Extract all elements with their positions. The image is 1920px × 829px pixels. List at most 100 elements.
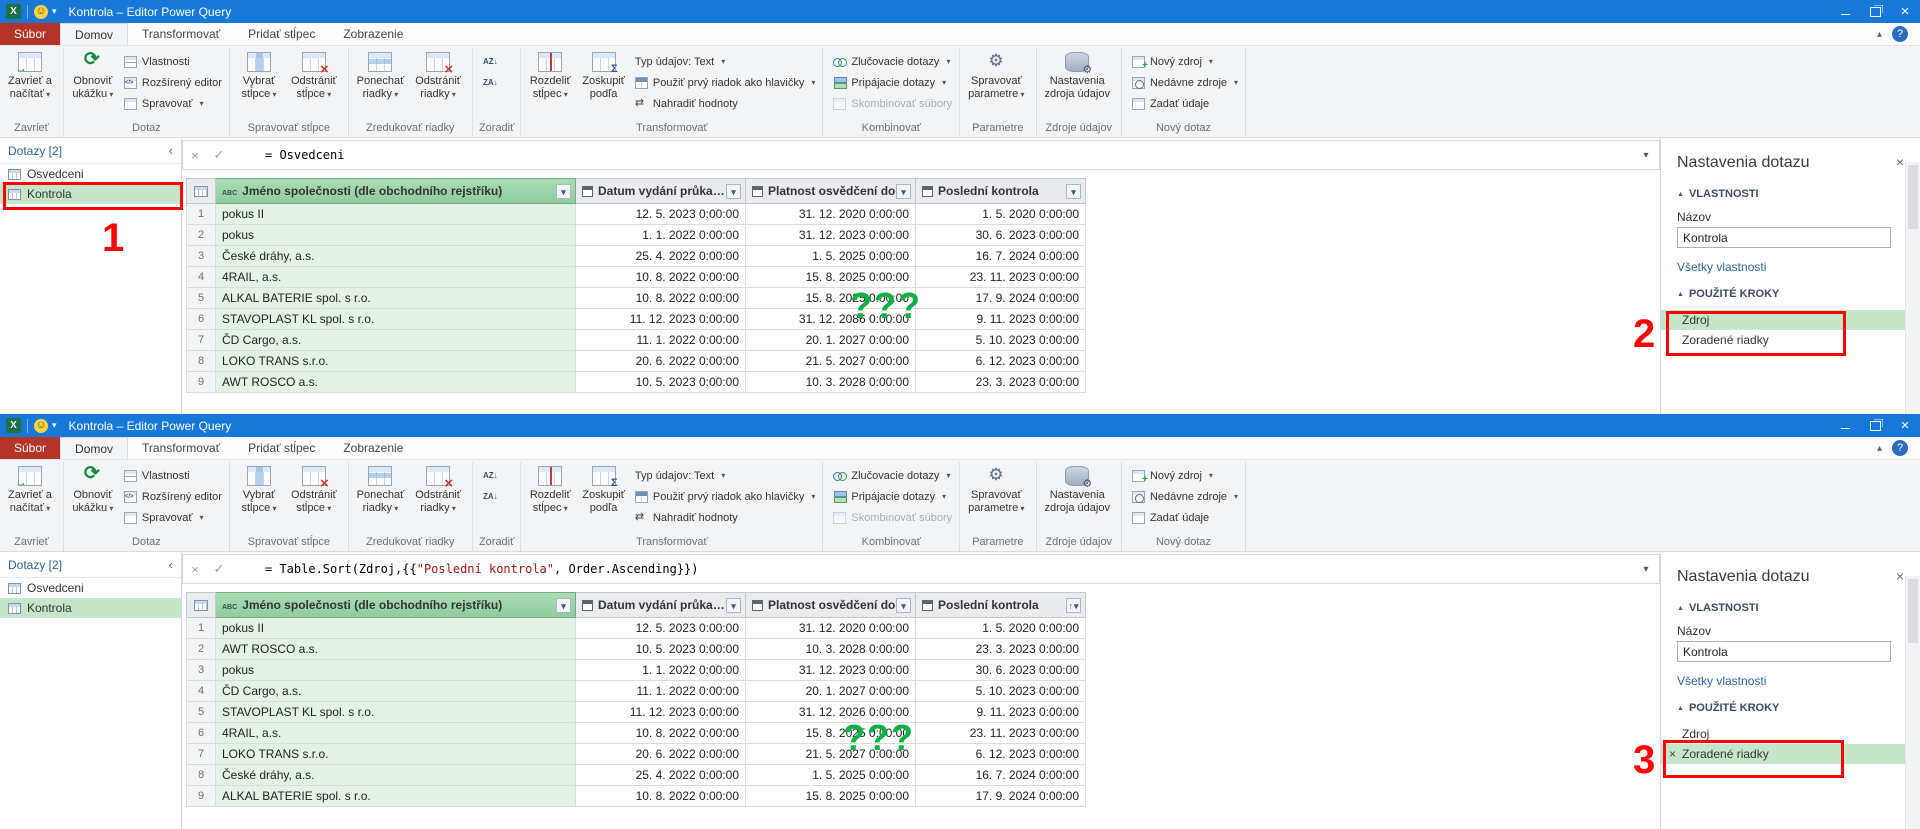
column-header[interactable]: Platnost osvědčení do [746,592,916,618]
cell-valid-until[interactable]: 31. 12. 2023 0:00:00 [746,660,916,681]
cancel-formula-icon[interactable] [183,562,207,577]
properties-section-header[interactable]: VLASTNOSTI [1677,188,1906,200]
menu-tab[interactable]: Zobrazenie [329,23,417,45]
cell-date-issued[interactable]: 10. 8. 2022 0:00:00 [576,786,746,807]
close-button[interactable] [1890,414,1920,437]
titlebar-dropdown-icon[interactable] [52,420,57,431]
settings-scrollbar[interactable] [1905,162,1920,414]
close-button[interactable] [1890,0,1920,23]
ribbon-button-small[interactable]: Pripájacie dotazy [830,487,955,506]
restore-button[interactable] [1860,414,1890,437]
ribbon-button-small[interactable]: Spravovať [121,94,225,113]
cell-last-check[interactable]: 9. 11. 2023 0:00:00 [916,702,1086,723]
cell-company[interactable]: LOKO TRANS s.r.o. [216,744,576,765]
cell-last-check[interactable]: 17. 9. 2024 0:00:00 [916,786,1086,807]
cell-date-issued[interactable]: 11. 12. 2023 0:00:00 [576,309,746,330]
restore-button[interactable] [1860,0,1890,23]
ribbon-button-small[interactable] [480,487,511,506]
ribbon-button[interactable]: Ponechať riadky [353,463,409,534]
minimize-button[interactable] [1830,414,1860,437]
ribbon-button-small[interactable] [480,466,511,485]
cell-valid-until[interactable]: 1. 5. 2025 0:00:00 [746,246,916,267]
ribbon-button[interactable]: Nastavenia zdroja údajov [1041,49,1114,120]
scrollbar-thumb[interactable] [1908,579,1918,643]
help-icon[interactable]: ? [1892,440,1908,456]
table-menu-button[interactable] [186,178,216,204]
cell-date-issued[interactable]: 10. 8. 2022 0:00:00 [576,723,746,744]
cell-valid-until[interactable]: 31. 12. 2020 0:00:00 [746,204,916,225]
properties-section-header[interactable]: VLASTNOSTI [1677,602,1906,614]
menu-tab[interactable]: Transformovať [128,437,234,459]
filter-button[interactable] [556,184,571,199]
cell-company[interactable]: STAVOPLAST KL spol. s r.o. [216,702,576,723]
collapse-ribbon-icon[interactable] [1877,443,1882,454]
cell-last-check[interactable]: 1. 5. 2020 0:00:00 [916,204,1086,225]
cell-valid-until[interactable]: 21. 5. 2027 0:00:00 [746,351,916,372]
ribbon-button[interactable]: Zoskupiť podľa [578,463,629,534]
cell-company[interactable]: ČD Cargo, a.s. [216,681,576,702]
ribbon-button-small[interactable]: Pripájacie dotazy [830,73,955,92]
table-row[interactable]: 8 LOKO TRANS s.r.o. 20. 6. 2022 0:00:00 … [186,351,1660,372]
cell-last-check[interactable]: 23. 11. 2023 0:00:00 [916,723,1086,744]
cell-date-issued[interactable]: 20. 6. 2022 0:00:00 [576,351,746,372]
ribbon-button-small[interactable]: Zadať údaje [1129,508,1241,527]
cell-valid-until[interactable]: 21. 5. 2027 0:00:00 [746,744,916,765]
cell-date-issued[interactable]: 25. 4. 2022 0:00:00 [576,765,746,786]
table-row[interactable]: 6 4RAIL, a.s. 10. 8. 2022 0:00:00 15. 8.… [186,723,1660,744]
delete-step-icon[interactable] [1669,747,1682,761]
cell-company[interactable]: 4RAIL, a.s. [216,723,576,744]
cell-company[interactable]: AWT ROSCO a.s. [216,372,576,393]
menu-tab[interactable]: Súbor [0,437,60,459]
cell-last-check[interactable]: 5. 10. 2023 0:00:00 [916,330,1086,351]
cell-date-issued[interactable]: 10. 8. 2022 0:00:00 [576,288,746,309]
cell-last-check[interactable]: 23. 3. 2023 0:00:00 [916,639,1086,660]
cell-company[interactable]: pokus II [216,618,576,639]
filter-button[interactable] [896,598,911,613]
ribbon-button[interactable]: Obnoviť ukážku [68,49,118,120]
scrollbar-thumb[interactable] [1908,165,1918,229]
cell-last-check[interactable]: 30. 6. 2023 0:00:00 [916,225,1086,246]
table-row[interactable]: 3 České dráhy, a.s. 25. 4. 2022 0:00:00 … [186,246,1660,267]
table-row[interactable]: 1 pokus II 12. 5. 2023 0:00:00 31. 12. 2… [186,204,1660,225]
collapse-ribbon-icon[interactable] [1877,29,1882,40]
table-row[interactable]: 5 ALKAL BATERIE spol. s r.o. 10. 8. 2022… [186,288,1660,309]
cell-company[interactable]: pokus II [216,204,576,225]
ribbon-button-small[interactable]: Nový zdroj [1129,52,1241,71]
ribbon-button-small[interactable]: Skombinovať súbory [830,508,955,527]
ribbon-button[interactable]: Rozdeliť stĺpec [525,463,575,534]
table-row[interactable]: 2 AWT ROSCO a.s. 10. 5. 2023 0:00:00 10.… [186,639,1660,660]
applied-step[interactable]: Zoradené riadky [1661,744,1920,764]
cell-valid-until[interactable]: 10. 3. 2028 0:00:00 [746,372,916,393]
applied-step[interactable]: Zdroj [1661,310,1920,330]
table-row[interactable]: 8 České dráhy, a.s. 25. 4. 2022 0:00:00 … [186,765,1660,786]
cell-last-check[interactable]: 5. 10. 2023 0:00:00 [916,681,1086,702]
collapse-pane-icon[interactable] [169,143,173,158]
cell-company[interactable]: pokus [216,225,576,246]
cell-date-issued[interactable]: 10. 5. 2023 0:00:00 [576,639,746,660]
expand-formula-icon[interactable] [1633,150,1659,161]
query-name-input[interactable] [1677,227,1891,248]
settings-close-icon[interactable] [1896,154,1904,170]
ribbon-button-small[interactable]: Typ údajov: Text [632,52,818,71]
ribbon-button-small[interactable]: Typ údajov: Text [632,466,818,485]
cell-valid-until[interactable]: 15. 8. 2025 0:00:00 [746,288,916,309]
ribbon-button[interactable]: Odstrániť stĺpce [287,49,341,120]
cell-company[interactable]: České dráhy, a.s. [216,765,576,786]
table-menu-button[interactable] [186,592,216,618]
feedback-smiley-icon[interactable] [34,419,48,433]
menu-tab[interactable]: Pridať stĺpec [234,23,329,45]
ribbon-button-small[interactable]: Zlučovacie dotazy [830,466,955,485]
applied-step[interactable]: Zoradené riadky [1661,330,1920,350]
menu-tab[interactable]: Transformovať [128,23,234,45]
column-header[interactable]: Jméno společnosti (dle obchodního rejstř… [216,592,576,618]
ribbon-button[interactable]: Zavrieť a načítať [4,49,56,120]
cell-date-issued[interactable]: 12. 5. 2023 0:00:00 [576,618,746,639]
query-item[interactable]: Kontrola [0,598,181,618]
table-row[interactable]: 9 AWT ROSCO a.s. 10. 5. 2023 0:00:00 10.… [186,372,1660,393]
table-row[interactable]: 3 pokus 1. 1. 2022 0:00:00 31. 12. 2023 … [186,660,1660,681]
ribbon-button-small[interactable]: Skombinovať súbory [830,94,955,113]
ribbon-button-small[interactable]: Použiť prvý riadok ako hlavičky [632,487,818,506]
ribbon-button-small[interactable]: Nedávne zdroje [1129,73,1241,92]
cell-company[interactable]: AWT ROSCO a.s. [216,639,576,660]
cell-valid-until[interactable]: 15. 8. 2025 0:00:00 [746,267,916,288]
